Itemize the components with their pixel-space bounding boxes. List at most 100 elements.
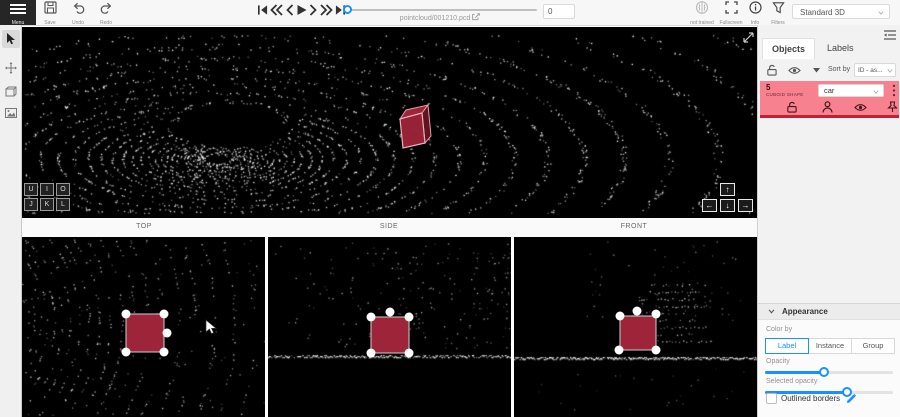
play-button[interactable] <box>296 4 307 16</box>
color-by-label: Color by <box>766 326 792 333</box>
cuboid-3d[interactable] <box>400 105 431 148</box>
frame-slider-rail[interactable] <box>347 9 537 11</box>
cuboid-side-view[interactable] <box>367 308 414 358</box>
arrow-left-button[interactable]: ← <box>702 199 717 212</box>
controls-sidebar <box>0 25 22 417</box>
hide-all-icon[interactable] <box>788 66 801 75</box>
hamburger-icon <box>10 4 26 14</box>
object-label-select[interactable]: car <box>818 84 884 97</box>
arrow-right-button[interactable]: → <box>738 199 753 212</box>
chevron-down-icon <box>878 10 884 16</box>
object-lock-icon[interactable] <box>786 101 797 113</box>
move-tool-button[interactable] <box>2 59 20 77</box>
first-frame-button[interactable] <box>257 4 268 16</box>
backward-frame-button[interactable] <box>270 4 283 16</box>
redo-icon <box>100 1 113 14</box>
save-button[interactable]: Save <box>38 1 62 25</box>
link-icon[interactable] <box>472 13 480 21</box>
undo-label: Undo <box>66 20 90 26</box>
color-by-group-button[interactable]: Group <box>851 338 895 354</box>
cuboid-front-view[interactable] <box>615 307 661 355</box>
undo-button[interactable]: Undo <box>66 1 90 25</box>
cuboid-icon <box>5 86 17 97</box>
ai-tools-button[interactable]: not trained <box>688 1 716 25</box>
save-label: Save <box>38 20 62 26</box>
top-view-overlay <box>22 237 265 417</box>
camera-key-u[interactable]: U <box>24 183 38 196</box>
info-button[interactable]: Info <box>744 1 766 25</box>
object-item[interactable]: 5 CUBOID SHAPE car <box>760 81 899 118</box>
tab-objects[interactable]: Objects <box>762 38 815 59</box>
filename-text: pointcloud/001210.pcd <box>355 13 525 22</box>
arrow-down-button[interactable]: ↓ <box>720 199 735 212</box>
side-view-label: SIDE <box>344 223 434 230</box>
outline-color-pencil-icon[interactable] <box>846 393 857 404</box>
cursor-tool-button[interactable] <box>2 30 20 48</box>
chevron-down-icon <box>887 68 893 74</box>
opacity-slider[interactable] <box>765 371 893 374</box>
cursor-icon <box>6 33 17 45</box>
color-by-label-button[interactable]: Label <box>765 338 809 354</box>
frame-number-input[interactable] <box>543 4 575 19</box>
sort-by-label: Sort by <box>828 66 850 73</box>
appearance-header[interactable]: Appearance <box>758 304 900 320</box>
appearance-title: Appearance <box>782 307 828 316</box>
brain-icon <box>695 1 709 14</box>
tab-labels[interactable]: Labels <box>818 38 863 58</box>
selected-opacity-label: Selected opacity <box>766 378 817 385</box>
opacity-slider-track <box>765 371 824 374</box>
expand-all-caret-icon[interactable] <box>812 67 821 74</box>
object-type-label: CUBOID SHAPE <box>766 92 804 97</box>
frame-slider-handle[interactable] <box>343 5 352 14</box>
annotation-app: Menu Save Undo Redo <box>0 0 900 417</box>
mouse-cursor <box>206 320 216 334</box>
previous-frame-button[interactable] <box>285 4 294 16</box>
top-projection-view[interactable] <box>22 237 265 417</box>
collapse-caret-icon <box>768 309 775 314</box>
chevron-down-icon <box>873 89 879 95</box>
workspace-select[interactable]: Standard 3D <box>792 4 890 19</box>
info-icon <box>749 1 762 14</box>
image-tool-button[interactable] <box>2 105 20 123</box>
camera-key-k[interactable]: K <box>40 198 54 211</box>
projection-labels-strip: TOP SIDE FRONT <box>22 218 757 237</box>
object-occluded-icon[interactable] <box>822 101 833 113</box>
forward-frame-button[interactable] <box>320 4 333 16</box>
opacity-slider-handle[interactable] <box>819 367 829 377</box>
opacity-label: Opacity <box>766 358 790 365</box>
object-hide-icon[interactable] <box>854 103 867 112</box>
resize-view-icon[interactable] <box>742 31 755 44</box>
camera-key-o[interactable]: O <box>56 183 70 196</box>
cuboid-top-view[interactable] <box>122 310 172 357</box>
side-projection-view[interactable] <box>268 237 511 417</box>
fullscreen-label: Fullscreen <box>718 20 744 26</box>
camera-key-l[interactable]: L <box>56 198 70 211</box>
lock-all-icon[interactable] <box>766 64 777 76</box>
redo-button[interactable]: Redo <box>94 1 118 25</box>
main-3d-view[interactable]: U I O J K L ↑ ← ↓ → <box>22 27 757 218</box>
filter-icon <box>772 1 785 14</box>
sort-select[interactable]: ID - as... <box>854 63 896 77</box>
side-view-overlay <box>268 237 511 417</box>
image-icon <box>5 108 17 118</box>
draw-cuboid-tool-button[interactable] <box>2 83 20 101</box>
outlined-borders-checkbox[interactable] <box>766 393 777 404</box>
object-menu-dots-icon[interactable] <box>892 84 896 97</box>
next-frame-button[interactable] <box>309 4 318 16</box>
object-id: 5 <box>766 83 770 92</box>
move-icon <box>5 62 17 74</box>
arrow-up-button[interactable]: ↑ <box>720 183 735 196</box>
camera-key-i[interactable]: I <box>40 183 54 196</box>
sidebar-fold-icon[interactable] <box>884 30 896 40</box>
color-by-instance-button[interactable]: Instance <box>808 338 852 354</box>
filters-button[interactable]: Filters <box>766 1 790 25</box>
front-view-overlay <box>514 237 757 417</box>
undo-icon <box>72 1 85 14</box>
front-projection-view[interactable] <box>514 237 757 417</box>
menu-button[interactable]: Menu <box>0 0 36 25</box>
object-pin-icon[interactable] <box>887 101 898 113</box>
cuboid-3d-overlay <box>22 27 757 218</box>
fullscreen-button[interactable]: Fullscreen <box>718 1 744 25</box>
fullscreen-icon <box>725 1 738 14</box>
camera-key-j[interactable]: J <box>24 198 38 211</box>
